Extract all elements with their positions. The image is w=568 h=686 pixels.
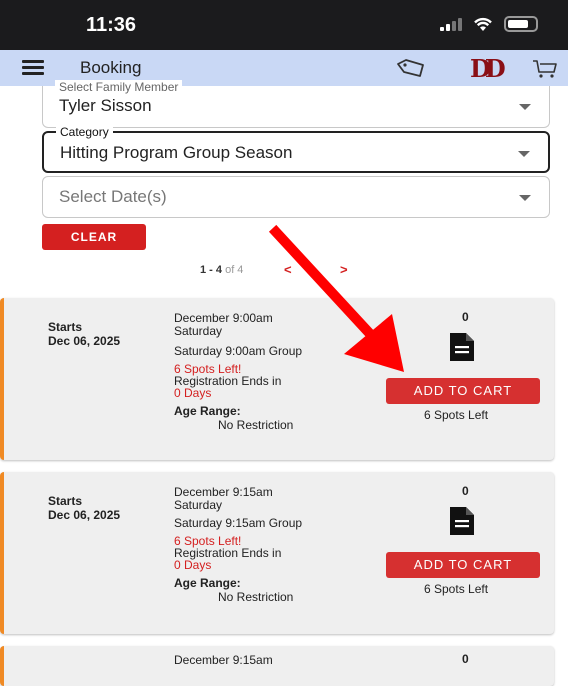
signal-icon [440, 17, 462, 31]
add-to-cart-button[interactable]: ADD TO CART [386, 552, 540, 578]
tag-icon[interactable] [396, 58, 426, 78]
dates-placeholder: Select Date(s) [59, 187, 167, 206]
group-name: Saturday 9:00am Group [174, 344, 303, 358]
age-range-label: Age Range: [174, 576, 241, 590]
clear-button[interactable]: CLEAR [42, 224, 146, 250]
pager-prev-button[interactable]: < [284, 262, 292, 277]
spots-left: 6 Spots Left [424, 582, 489, 596]
add-to-cart-button[interactable]: ADD TO CART [386, 378, 540, 404]
pager-range: 1 - 4 [200, 264, 223, 276]
session-time: December 9:00am Saturday [174, 312, 273, 338]
age-range-value: No Restriction [218, 590, 294, 604]
status-time: 11:36 [86, 14, 137, 36]
session-card: Starts Dec 06, 2025 December 9:00am Satu… [0, 298, 554, 460]
category-select[interactable]: Category Hitting Program Group Season [42, 125, 550, 173]
age-range-value: No Restriction [218, 418, 294, 432]
start-date: Dec 06, 2025 [48, 334, 121, 348]
age-range-label: Age Range: [174, 404, 241, 418]
cart-count: 0 [462, 652, 469, 666]
weekday: Saturday [174, 324, 223, 338]
category-legend: Category [56, 125, 113, 139]
starts-label: Starts [48, 320, 83, 334]
days-left: 0 Days [174, 386, 212, 400]
cart-count: 0 [462, 310, 469, 324]
chevron-down-icon [519, 195, 531, 201]
page-title: Booking [80, 58, 142, 77]
chevron-down-icon [518, 151, 530, 157]
group-name: Saturday 9:15am Group [174, 516, 303, 530]
hamburger-icon[interactable] [22, 60, 44, 76]
category-value: Hitting Program Group Season [60, 143, 293, 162]
pager-of: of 4 [225, 264, 244, 276]
document-icon [450, 333, 474, 361]
document-icon [450, 507, 474, 535]
starts-label: Starts [48, 494, 83, 508]
session-card: Starts Dec 06, 2025 December 9:15am Satu… [0, 472, 554, 634]
days-left: 0 Days [174, 558, 212, 572]
weekday: Saturday [174, 498, 223, 512]
family-member-legend: Select Family Member [55, 80, 183, 94]
start-date: Dec 06, 2025 [48, 508, 121, 522]
time-title: December 9:15am [174, 653, 273, 667]
chevron-down-icon [519, 104, 531, 110]
family-member-select[interactable]: Select Family Member Tyler Sisson [42, 80, 550, 128]
spots-left: 6 Spots Left [424, 408, 489, 422]
status-icons [440, 16, 538, 32]
session-card: December 9:15am 0 [0, 646, 554, 686]
cart-icon[interactable] [532, 58, 558, 80]
session-time: December 9:15am Saturday [174, 486, 273, 512]
wifi-icon [474, 17, 492, 31]
cart-count: 0 [462, 484, 469, 498]
battery-icon [504, 16, 538, 32]
family-member-value: Tyler Sisson [59, 96, 152, 115]
card-starts: Starts Dec 06, 2025 [48, 320, 120, 348]
pager-info: 1 - 4 of 4 [200, 264, 243, 276]
dates-select[interactable]: Select Date(s) [42, 176, 550, 218]
brand-logo[interactable]: DD [470, 54, 506, 83]
pager-next-button[interactable]: > [340, 262, 348, 277]
card-starts: Starts Dec 06, 2025 [48, 494, 120, 522]
status-bar: 11:36 [0, 0, 568, 50]
